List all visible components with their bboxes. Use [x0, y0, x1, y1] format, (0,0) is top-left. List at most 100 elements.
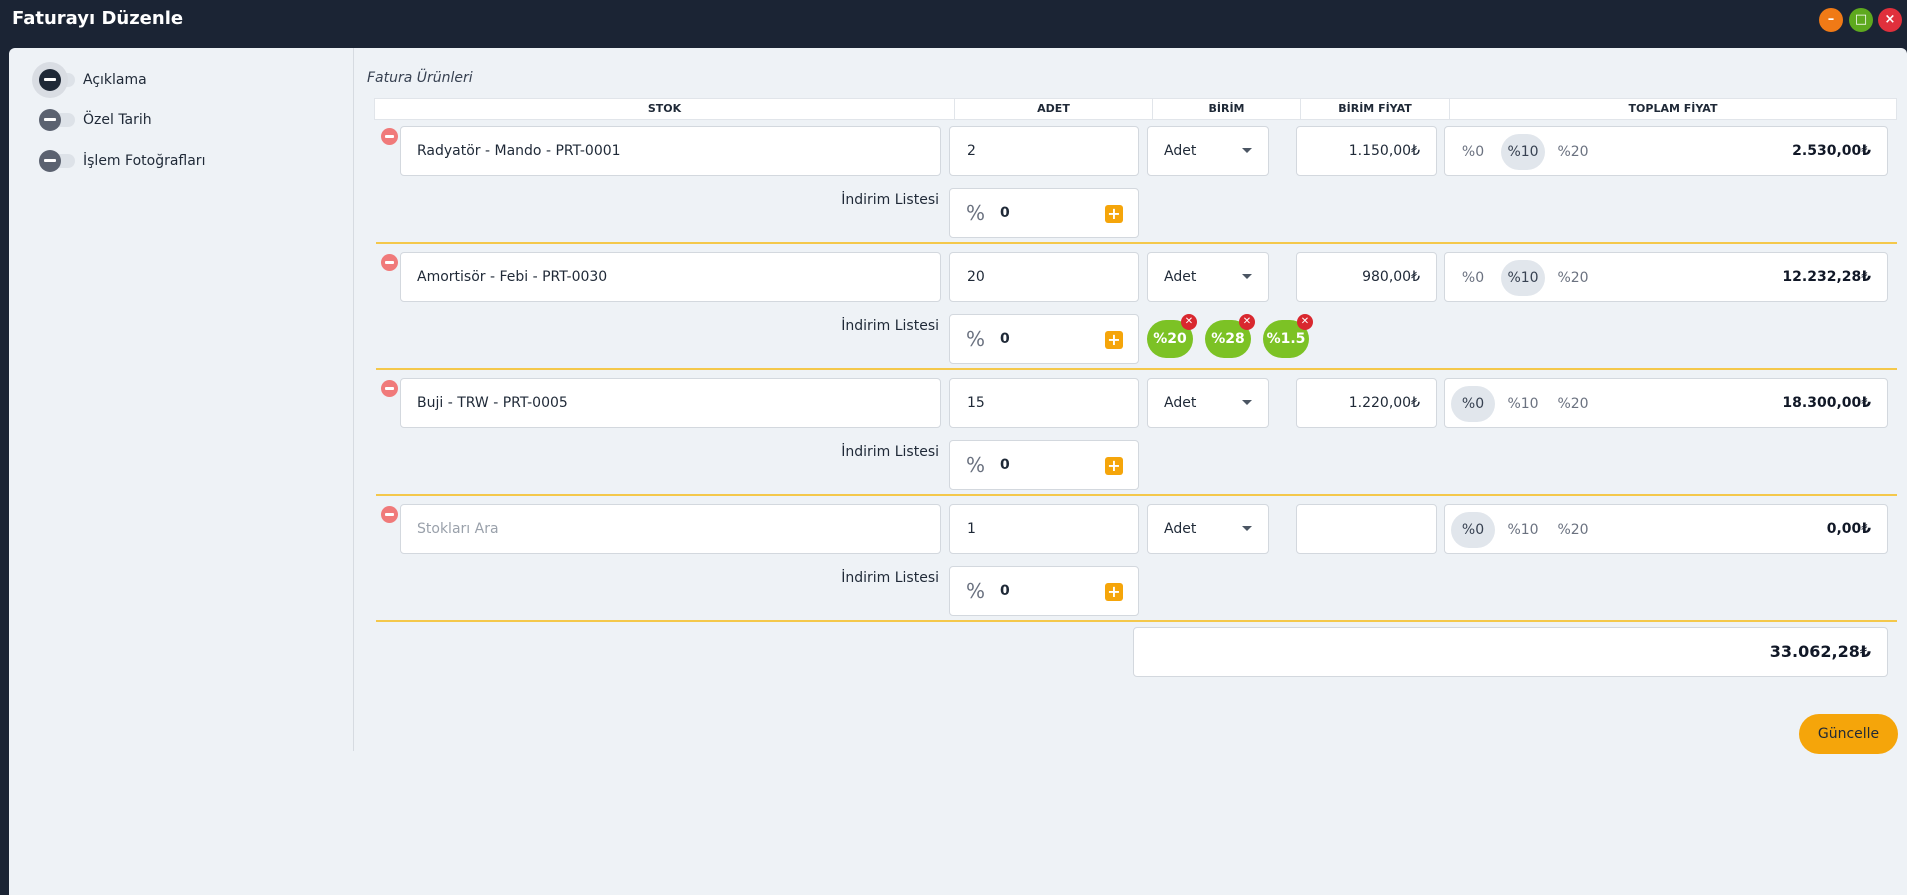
discount-value: 0: [1000, 583, 1010, 599]
quantity-input[interactable]: 1: [949, 504, 1139, 554]
header-qty: ADET: [955, 99, 1153, 119]
total-field: %0 %10 %20 12.232,28₺: [1444, 252, 1888, 302]
unit-price-input[interactable]: 1.220,00₺: [1296, 378, 1437, 428]
stock-search-input[interactable]: Stokları Ara: [400, 504, 941, 554]
vat-option-0[interactable]: %0: [1451, 512, 1495, 548]
vat-option-0[interactable]: %0: [1451, 134, 1495, 170]
close-icon[interactable]: ✕: [1297, 314, 1313, 330]
discount-value: 0: [1000, 331, 1010, 347]
percent-icon: %: [966, 579, 986, 603]
quantity-input[interactable]: 2: [949, 126, 1139, 176]
quantity-input[interactable]: 20: [949, 252, 1139, 302]
unit-price-input[interactable]: 980,00₺: [1296, 252, 1437, 302]
remove-row-icon[interactable]: [381, 380, 398, 397]
total-field: %0 %10 %20 0,00₺: [1444, 504, 1888, 554]
chip-label: %1.5: [1266, 331, 1306, 347]
chevron-down-icon: [1242, 526, 1252, 531]
remove-row-icon[interactable]: [381, 254, 398, 271]
percent-icon: %: [966, 201, 986, 225]
discount-value: 0: [1000, 205, 1010, 221]
option-description[interactable]: Açıklama: [39, 68, 147, 92]
close-icon[interactable]: ×: [1878, 8, 1902, 32]
discount-chip[interactable]: %20 ✕: [1147, 314, 1197, 358]
vat-option-0[interactable]: %0: [1451, 386, 1495, 422]
chip-label: %20: [1153, 331, 1187, 347]
total-field: %0 %10 %20 2.530,00₺: [1444, 126, 1888, 176]
title-bar: Faturayı Düzenle – □ ×: [0, 0, 1907, 48]
unit-select[interactable]: Adet: [1147, 504, 1269, 554]
row-total: 0,00₺: [1826, 521, 1871, 537]
row-total: 12.232,28₺: [1782, 269, 1871, 285]
unit-price-input[interactable]: [1296, 504, 1437, 554]
update-button[interactable]: Güncelle: [1799, 714, 1898, 754]
header-unit: BİRİM: [1153, 99, 1301, 119]
total-field: %0 %10 %20 18.300,00₺: [1444, 378, 1888, 428]
row-divider: [376, 242, 1897, 244]
vat-option-20[interactable]: %20: [1551, 134, 1595, 170]
vat-option-20[interactable]: %20: [1551, 512, 1595, 548]
table-row: Buji - TRW - PRT-0005 15 Adet 1.220,00₺ …: [9, 378, 1907, 504]
vat-option-10[interactable]: %10: [1501, 260, 1545, 296]
table-row: Radyatör - Mando - PRT-0001 2 Adet 1.150…: [9, 126, 1907, 252]
invoice-panel: Açıklama Özel Tarih İşlem Fotoğrafları F…: [9, 48, 1907, 895]
grand-total-field: 33.062,28₺: [1133, 627, 1888, 677]
add-discount-icon[interactable]: +: [1105, 205, 1123, 223]
vat-option-20[interactable]: %20: [1551, 260, 1595, 296]
toggle-switch[interactable]: [39, 69, 75, 91]
chevron-down-icon: [1242, 274, 1252, 279]
discount-label: İndirim Listesi: [841, 444, 939, 460]
header-total: TOPLAM FİYAT: [1628, 102, 1718, 115]
stock-input[interactable]: Radyatör - Mando - PRT-0001: [400, 126, 941, 176]
remove-row-icon[interactable]: [381, 506, 398, 523]
discount-label: İndirim Listesi: [841, 570, 939, 586]
discount-label: İndirim Listesi: [841, 318, 939, 334]
table-header: STOK ADET BİRİM BİRİM FİYAT TOPLAM FİYAT: [374, 98, 1897, 120]
vat-option-0[interactable]: %0: [1451, 260, 1495, 296]
quantity-input[interactable]: 15: [949, 378, 1139, 428]
unit-value: Adet: [1164, 143, 1197, 159]
remove-row-icon[interactable]: [381, 128, 398, 145]
vat-option-10[interactable]: %10: [1501, 386, 1545, 422]
row-total: 2.530,00₺: [1792, 143, 1871, 159]
vat-option-10[interactable]: %10: [1501, 512, 1545, 548]
discount-input[interactable]: % 0 +: [949, 566, 1139, 616]
maximize-icon[interactable]: □: [1849, 8, 1873, 32]
discount-chip[interactable]: %28 ✕: [1205, 314, 1255, 358]
percent-icon: %: [966, 327, 986, 351]
chip-label: %28: [1211, 331, 1245, 347]
header-unit-price: BİRİM FİYAT: [1301, 99, 1450, 119]
add-discount-icon[interactable]: +: [1105, 583, 1123, 601]
discount-input[interactable]: % 0 +: [949, 440, 1139, 490]
section-title: Fatura Ürünleri: [367, 70, 473, 86]
toggle-switch[interactable]: [39, 109, 75, 131]
close-icon[interactable]: ✕: [1181, 314, 1197, 330]
vat-option-10[interactable]: %10: [1501, 134, 1545, 170]
vat-option-20[interactable]: %20: [1551, 386, 1595, 422]
table-row: Stokları Ara 1 Adet %0 %10 %20 0,00₺ İnd…: [9, 504, 1907, 630]
unit-select[interactable]: Adet: [1147, 378, 1269, 428]
row-divider: [376, 494, 1897, 496]
grand-total: 33.062,28₺: [1769, 642, 1871, 661]
unit-value: Adet: [1164, 395, 1197, 411]
discount-label: İndirim Listesi: [841, 192, 939, 208]
minimize-icon[interactable]: –: [1819, 8, 1843, 32]
unit-price-input[interactable]: 1.150,00₺: [1296, 126, 1437, 176]
row-divider: [376, 620, 1897, 622]
discount-chip[interactable]: %1.5 ✕: [1263, 314, 1313, 358]
table-row: Amortisör - Febi - PRT-0030 20 Adet 980,…: [9, 252, 1907, 378]
add-discount-icon[interactable]: +: [1105, 331, 1123, 349]
unit-value: Adet: [1164, 269, 1197, 285]
discount-input[interactable]: % 0 +: [949, 314, 1139, 364]
chevron-down-icon: [1242, 400, 1252, 405]
header-stock: STOK: [375, 99, 955, 119]
add-discount-icon[interactable]: +: [1105, 457, 1123, 475]
stock-input[interactable]: Amortisör - Febi - PRT-0030: [400, 252, 941, 302]
row-divider: [376, 368, 1897, 370]
percent-icon: %: [966, 453, 986, 477]
unit-select[interactable]: Adet: [1147, 252, 1269, 302]
close-icon[interactable]: ✕: [1239, 314, 1255, 330]
unit-select[interactable]: Adet: [1147, 126, 1269, 176]
discount-input[interactable]: % 0 +: [949, 188, 1139, 238]
stock-input[interactable]: Buji - TRW - PRT-0005: [400, 378, 941, 428]
option-label: Açıklama: [83, 72, 147, 88]
